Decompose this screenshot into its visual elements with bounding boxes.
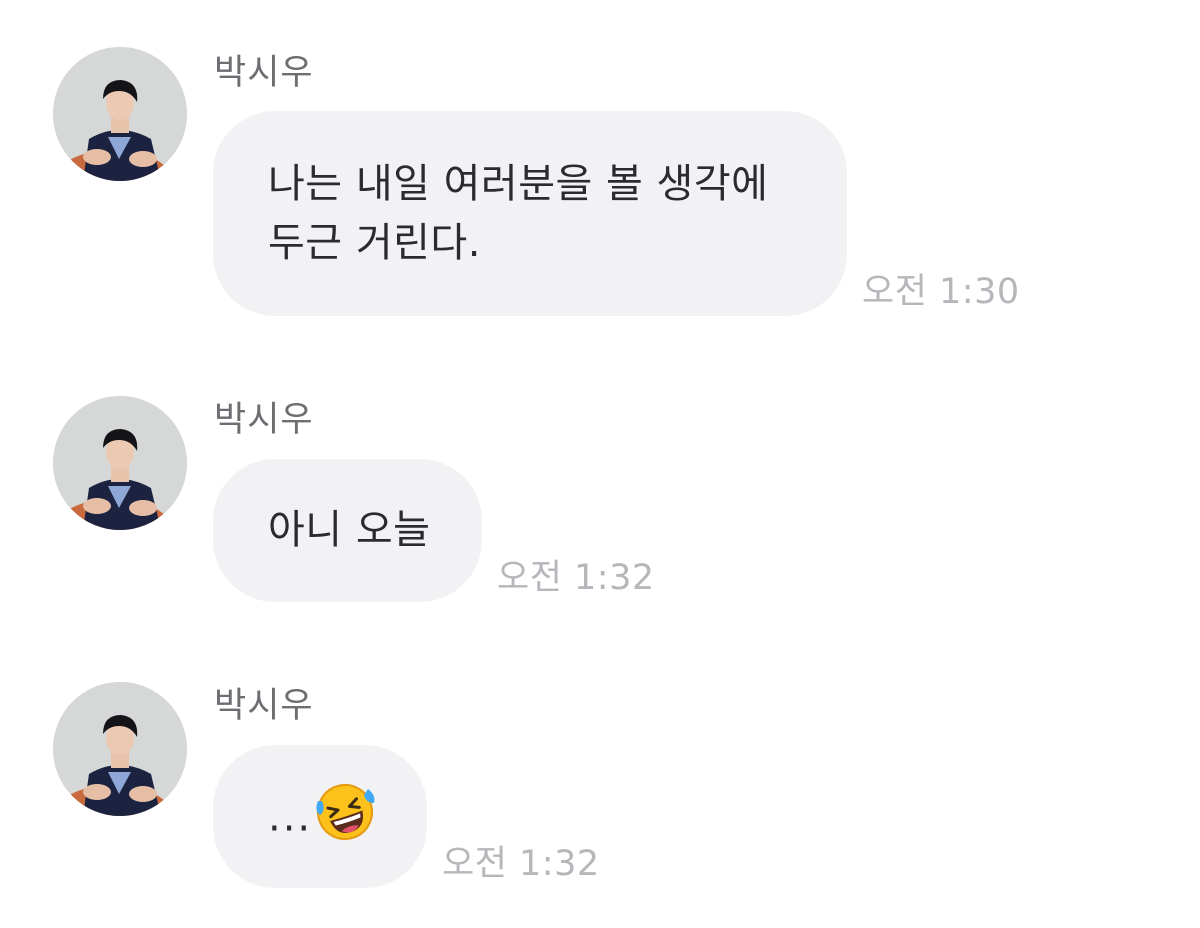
avatar[interactable] [53,396,187,530]
message-text: 나는 내일 여러분을 볼 생각에 두근 거린다. [268,161,769,266]
message-text: 아니 오늘 [268,507,431,553]
message-text: ... [268,794,313,841]
message-bubble[interactable]: ... [213,745,427,888]
message-timestamp: 오전 1:32 [497,558,655,598]
profile-photo [53,682,187,816]
message-timestamp: 오전 1:30 [862,272,1020,312]
profile-photo [53,47,187,181]
sender-name: 박시우 [214,400,314,440]
avatar[interactable] [53,682,187,816]
message-bubble[interactable]: 아니 오늘 [213,459,482,602]
message-timestamp: 오전 1:32 [442,844,600,884]
sender-name: 박시우 [214,53,314,93]
profile-photo [53,396,187,530]
rolling-on-the-floor-laughing-icon [314,781,376,843]
message-bubble[interactable]: 나는 내일 여러분을 볼 생각에 두근 거린다. [213,111,847,316]
sender-name: 박시우 [214,686,314,726]
avatar[interactable] [53,47,187,181]
